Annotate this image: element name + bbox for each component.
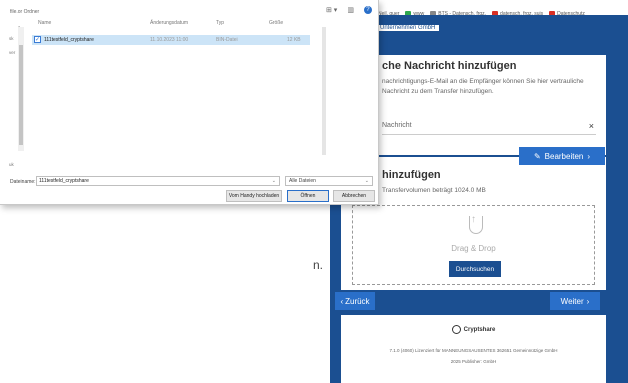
filename-value: 111testfeld_cryptshare [39, 178, 89, 184]
checkbox[interactable]: ✓ [34, 36, 41, 43]
quota-text: Transfervolumen beträgt 1024.0 MB [382, 187, 486, 194]
preview-pane-icon[interactable]: ▥ [347, 6, 354, 14]
company-header: Unternehmen GmbH [376, 25, 440, 31]
nav-item[interactable]: uk [9, 162, 14, 167]
file-date: 11.10.2023 11:00 [150, 37, 189, 43]
chevron-left-icon: ‹ [340, 296, 344, 306]
cryptshare-logo: Cryptshare [341, 325, 606, 334]
edit-icon: ✎ [533, 151, 541, 161]
nav-item[interactable]: ver [9, 50, 15, 55]
logo-text: Cryptshare [463, 327, 496, 334]
file-type-filter[interactable]: Alle Dateien ⌄ [285, 176, 373, 186]
column-date[interactable]: Änderungsdatum [150, 20, 188, 26]
next-button[interactable]: Weiter › [550, 292, 600, 310]
back-label: Zurück [345, 296, 370, 306]
cryptshare-logo-icon [451, 325, 461, 334]
file-list-header: Name Änderungsdatum Typ Größe [32, 20, 310, 31]
partial-text: n. [313, 258, 324, 272]
arrow-up-icon: ↑ [471, 214, 476, 225]
help-icon[interactable]: ? [363, 6, 372, 14]
file-name: 111testfeld_cryptshare [44, 37, 94, 43]
column-type[interactable]: Typ [216, 20, 224, 26]
browse-button[interactable]: Durchsuchen [449, 261, 501, 277]
scrollbar-thumb[interactable] [19, 45, 23, 145]
file-type: BIN-Datei [216, 37, 238, 43]
message-card: che Nachricht hinzufügen nachrichtigungs… [341, 55, 606, 155]
license-text: 7.1.0 (4060) Lizenziert für MANNEUNGSAUS… [389, 348, 558, 353]
column-name[interactable]: Name [38, 20, 51, 26]
chevron-down-icon[interactable]: ⌄ [272, 177, 276, 185]
chevron-right-icon: › [587, 151, 591, 161]
breadcrumb[interactable]: file.or Ordner [10, 9, 39, 15]
message-field-value: Nachricht [382, 122, 412, 129]
file-card: hinzufügen Transfervolumen beträgt 1024.… [341, 157, 606, 290]
dropzone[interactable]: ↑ Drag & Drop Durchsuchen [352, 205, 595, 285]
file-size: 12 KB [287, 37, 301, 43]
filename-label: Dateiname: [10, 179, 36, 185]
column-size[interactable]: Größe [269, 20, 283, 26]
next-label: Weiter [560, 296, 584, 306]
file-list-scrollbar[interactable] [322, 27, 326, 155]
edit-label: Bearbeiten [544, 151, 584, 161]
filename-input[interactable]: 111testfeld_cryptshare ⌄ [36, 176, 280, 186]
nav-item[interactable]: sk [9, 36, 14, 41]
open-button[interactable]: Öffnen [287, 190, 329, 202]
message-title: che Nachricht hinzufügen [382, 60, 517, 72]
footer: Cryptshare 7.1.0 (4060) Lizenziert für M… [341, 315, 606, 383]
cancel-button[interactable]: Abbrechen [333, 190, 375, 202]
dropzone-label: Drag & Drop [451, 244, 496, 253]
message-field[interactable]: Nachricht × [382, 117, 596, 135]
dialog-toolbar: ⊞ ▾ ▥ ? [326, 6, 372, 14]
file-row[interactable]: ✓ 111testfeld_cryptshare 11.10.2023 11:0… [32, 35, 310, 45]
view-options-icon[interactable]: ⊞ ▾ [326, 6, 337, 14]
copyright-text: 2025 Publisher: GmbH [450, 359, 497, 364]
message-description: nachrichtigungs-E-Mail an die Empfänger … [382, 78, 584, 95]
close-icon[interactable]: × [589, 117, 594, 135]
chevron-right-icon: › [586, 296, 590, 306]
file-open-dialog: file.or Ordner ⊞ ▾ ▥ ? sk ver uk ^ Name … [0, 0, 379, 205]
sidebar-scrollbar[interactable] [18, 27, 24, 151]
file-title: hinzufügen [382, 169, 441, 181]
chevron-down-icon[interactable]: ⌄ [365, 177, 369, 185]
filter-value: Alle Dateien [289, 178, 316, 184]
upload-from-device-button[interactable]: Vom Handy hochladen [226, 190, 282, 202]
edit-button[interactable]: ✎ Bearbeiten › [519, 147, 605, 165]
back-button[interactable]: ‹ Zurück [335, 292, 375, 310]
